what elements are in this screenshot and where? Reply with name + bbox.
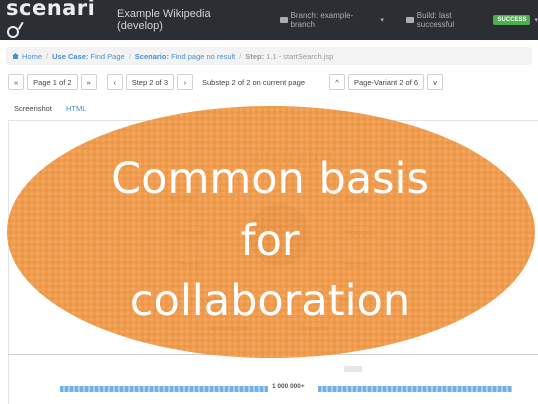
scenarioo-logo[interactable]: scenari <box>6 0 107 44</box>
top-navbar: scenari Example Wikipedia (develop) Bran… <box>0 0 538 40</box>
language-strip-left <box>60 386 268 392</box>
breadcrumb-use-case-label: Use Case: <box>52 51 89 61</box>
breadcrumb: Home / Use Case: Find Page / Scenario: F… <box>6 47 532 65</box>
home-icon <box>12 53 19 59</box>
substep-indicator: Substep 2 of 2 on current page <box>202 77 305 87</box>
caret-down-icon: ▾ <box>534 17 538 24</box>
previous-step-button[interactable]: ‹ <box>106 74 123 90</box>
language-link[interactable]: Nederlands <box>210 326 248 333</box>
tab-divider <box>8 120 538 121</box>
step-indicator: Step 2 of 3 <box>125 74 174 90</box>
language-strip-right <box>318 386 512 392</box>
search-button[interactable] <box>344 366 362 372</box>
branch-selector[interactable]: Branch: example-branch ▾ <box>279 11 384 29</box>
page-indicator: Page 1 of 2 <box>27 74 78 90</box>
branch-icon <box>279 17 288 23</box>
overlay-caption-line2: for <box>240 216 300 266</box>
article-count: 1 000 000+ <box>272 383 305 390</box>
search-divider <box>8 354 538 355</box>
breadcrumb-scenario-label: Scenario: <box>134 51 169 61</box>
next-variant-button[interactable]: v <box>427 74 444 90</box>
next-page-button[interactable]: » <box>80 74 97 90</box>
folder-icon <box>405 17 414 23</box>
project-name[interactable]: Example Wikipedia (develop) <box>117 8 258 32</box>
breadcrumb-scenario[interactable]: Find page no result <box>171 52 235 61</box>
breadcrumb-step: 1.1 - startSearch.jsp <box>266 51 334 61</box>
content-border <box>8 120 9 404</box>
caret-down-icon: ▾ <box>380 17 384 24</box>
overlay-caption-line3: collaboration <box>129 276 411 326</box>
breadcrumb-home[interactable]: Home <box>22 52 42 61</box>
logo-o-icon <box>7 26 19 38</box>
previous-page-button[interactable]: « <box>8 74 25 90</box>
breadcrumb-step-label: Step: <box>245 51 265 61</box>
variant-indicator: Page-Variant 2 of 6 <box>348 74 425 90</box>
previous-variant-button[interactable]: ^ <box>329 74 345 90</box>
step-navigation: « Page 1 of 2 » ‹ Step 2 of 3 › Substep … <box>8 74 446 90</box>
language-link[interactable]: Svenska <box>300 326 328 333</box>
build-selector[interactable]: Build: last successful SUCCESS ▾ <box>405 11 538 29</box>
next-step-button[interactable]: › <box>177 74 193 90</box>
build-status-badge: SUCCESS <box>493 15 531 25</box>
tab-screenshot[interactable]: Screenshot <box>14 104 52 118</box>
tab-html[interactable]: HTML <box>66 104 86 118</box>
view-tabs: Screenshot HTML <box>14 104 100 118</box>
breadcrumb-use-case[interactable]: Find Page <box>90 52 124 61</box>
overlay-caption-line1: Common basis <box>111 154 429 204</box>
